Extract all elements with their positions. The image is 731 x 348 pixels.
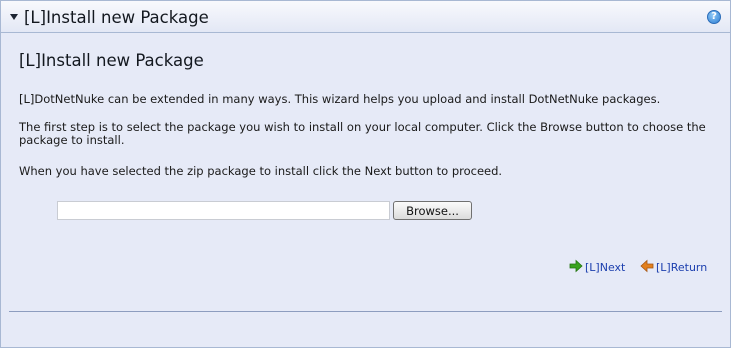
- help-icon[interactable]: ?: [707, 10, 721, 24]
- intro-paragraph: [L]DotNetNuke can be extended in many wa…: [19, 92, 661, 106]
- return-link[interactable]: [L]Return: [640, 259, 710, 275]
- file-path-input[interactable]: [57, 201, 390, 220]
- next-link[interactable]: [L]Next: [569, 259, 629, 275]
- collapse-triangle-icon[interactable]: [10, 14, 18, 20]
- return-label: [L]Return: [656, 261, 708, 274]
- next-step-paragraph: When you have selected the zip package t…: [19, 164, 503, 178]
- page-heading: [L]Install new Package: [19, 51, 204, 70]
- install-package-panel: [L]Install new Package ? [L]Install new …: [0, 0, 731, 348]
- step-paragraph: The first step is to select the package …: [19, 120, 706, 147]
- panel-title: [L]Install new Package: [24, 8, 209, 27]
- browse-button[interactable]: Browse...: [393, 201, 472, 220]
- arrow-left-icon: [640, 259, 654, 273]
- arrow-right-icon: [569, 259, 583, 273]
- next-label: [L]Next: [585, 261, 626, 274]
- panel-titlebar: [L]Install new Package ?: [1, 1, 730, 33]
- bottom-divider: [9, 311, 722, 312]
